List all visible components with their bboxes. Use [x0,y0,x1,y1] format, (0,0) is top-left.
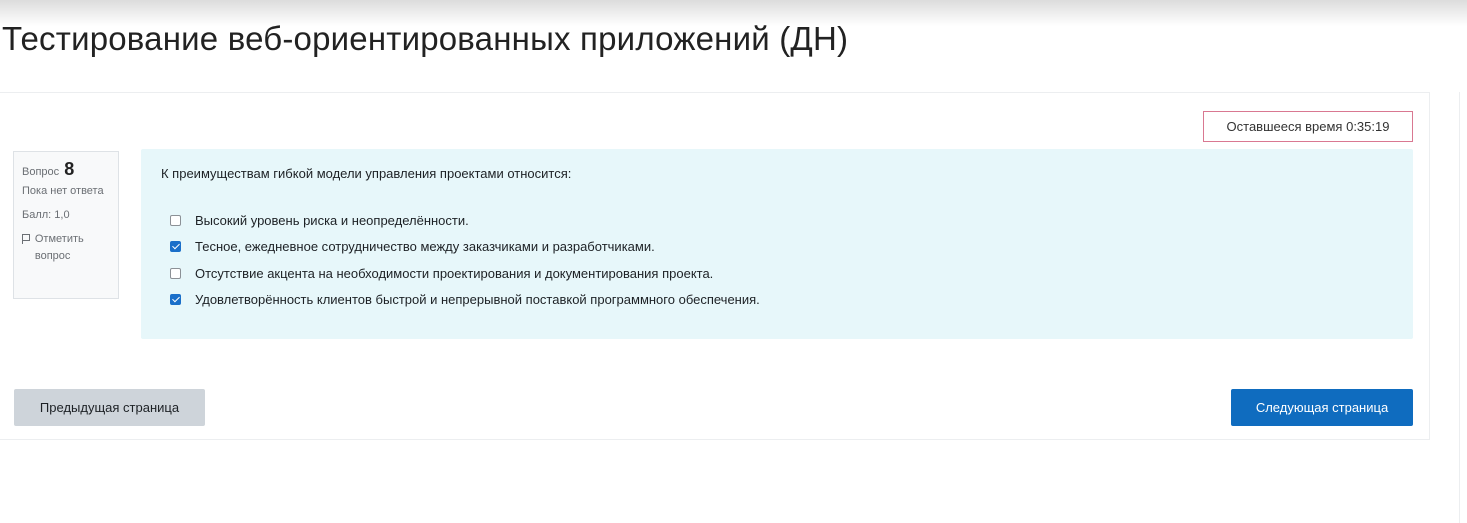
answer-list: Высокий уровень риска и неопределённости… [170,207,760,313]
page-title: Тестирование веб-ориентированных приложе… [2,20,849,57]
checkbox-icon[interactable] [170,294,181,306]
checkbox-icon[interactable] [170,267,181,279]
question-grade: Балл: 1,0 [22,209,70,221]
checkbox-icon[interactable] [170,214,181,226]
previous-page-button[interactable]: Предыдущая страница [14,389,205,426]
answer-option[interactable]: Тесное, ежедневное сотрудничество между … [170,234,760,261]
answer-option[interactable]: Удовлетворённость клиентов быстрой и неп… [170,287,760,314]
right-drawer-edge [1459,92,1460,523]
question-number: 8 [64,159,75,179]
answer-label[interactable]: Тесное, ежедневное сотрудничество между … [195,239,655,254]
answer-option[interactable]: Высокий уровень риска и неопределённости… [170,207,760,234]
question-content: К преимуществам гибкой модели управления… [141,149,1413,339]
question-info-panel: Вопрос 8 Пока нет ответа Балл: 1,0 Отмет… [13,151,119,299]
answer-option[interactable]: Отсутствие акцента на необходимости прое… [170,260,760,287]
flag-question-label: Отметить вопрос [34,233,84,262]
flag-icon [22,234,30,244]
answer-label[interactable]: Отсутствие акцента на необходимости прое… [195,266,713,281]
question-text: К преимуществам гибкой модели управления… [161,166,572,181]
timer-box: Оставшееся время 0:35:19 [1203,111,1413,142]
next-page-button[interactable]: Следующая страница [1231,389,1413,426]
answer-label[interactable]: Высокий уровень риска и неопределённости… [195,213,469,228]
checkbox-icon[interactable] [170,241,181,253]
question-state: Пока нет ответа [22,185,104,197]
question-number-line: Вопрос 8 [22,159,110,181]
flag-question-link[interactable]: Отметить вопрос [22,231,110,265]
answer-label[interactable]: Удовлетворённость клиентов быстрой и неп… [195,292,760,307]
question-label: Вопрос [22,166,60,178]
